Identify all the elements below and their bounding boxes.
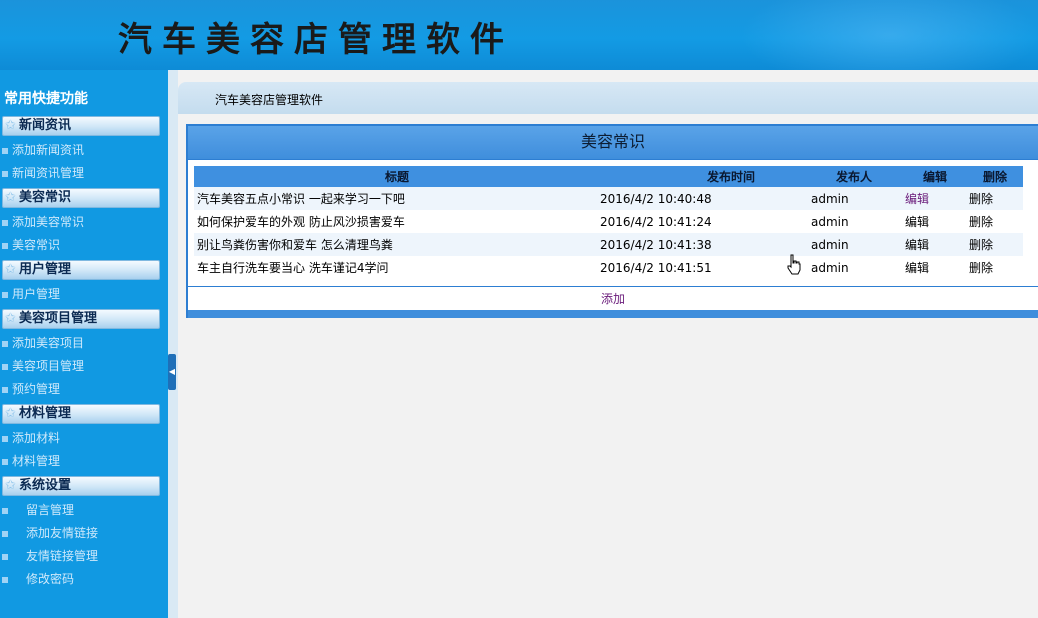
- tips-table: 标题 发布时间 发布人 编辑 删除 汽车美容五点小常识 一起来学习一下吧 201…: [194, 166, 1023, 279]
- sidebar-item-change-password[interactable]: 修改密码: [0, 568, 168, 591]
- main-content: 汽车美容店管理软件 美容常识 标题 发布时间 发布人 编辑 删除 汽车美容五点小…: [178, 82, 1038, 618]
- row-author: admin: [805, 210, 903, 233]
- sidebar-group-header[interactable]: ✩ 系统设置: [2, 476, 160, 496]
- edit-link[interactable]: 编辑: [903, 210, 967, 233]
- delete-link[interactable]: 删除: [967, 210, 1023, 233]
- row-author: admin: [805, 187, 903, 210]
- sidebar-item-link-manage[interactable]: 友情链接管理: [0, 545, 168, 568]
- row-author: admin: [805, 256, 903, 279]
- app-header: 汽车美容店管理软件: [0, 0, 1038, 70]
- column-header-time: 发布时间: [600, 166, 805, 187]
- chevron-left-icon: ◀: [168, 367, 176, 376]
- sidebar-group-header[interactable]: ✩ 新闻资讯: [2, 116, 160, 136]
- edit-link[interactable]: 编辑: [903, 256, 967, 279]
- table-row: 汽车美容五点小常识 一起来学习一下吧 2016/4/2 10:40:48 adm…: [194, 187, 1023, 210]
- delete-link[interactable]: 删除: [967, 256, 1023, 279]
- star-icon: ✩: [5, 118, 16, 133]
- sidebar-group-header[interactable]: ✩ 用户管理: [2, 260, 160, 280]
- sidebar-item-tips[interactable]: 美容常识: [0, 234, 168, 257]
- panel-title: 美容常识: [188, 126, 1038, 160]
- row-title: 别让鸟粪伤害你和爱车 怎么清理鸟粪: [194, 233, 600, 256]
- bullet-icon: [2, 171, 8, 177]
- sidebar-item-news-manage[interactable]: 新闻资讯管理: [0, 162, 168, 185]
- beauty-tips-panel: 美容常识 标题 发布时间 发布人 编辑 删除 汽车美容五点小常识 一起来学习一下…: [186, 124, 1038, 318]
- delete-link[interactable]: 删除: [967, 187, 1023, 210]
- hand-cursor-icon: [787, 254, 801, 275]
- bullet-icon: [2, 292, 8, 298]
- star-icon: ✩: [5, 190, 16, 205]
- bullet-icon: [2, 243, 8, 249]
- header-glow: [740, 0, 1038, 70]
- table-row: 车主自行洗车要当心 洗车谨记4学问 2016/4/2 10:41:51 admi…: [194, 256, 1023, 279]
- collapse-sidebar-button[interactable]: ◀: [168, 354, 176, 390]
- star-icon: ✩: [5, 262, 16, 277]
- table-row: 别让鸟粪伤害你和爱车 怎么清理鸟粪 2016/4/2 10:41:38 admi…: [194, 233, 1023, 256]
- bullet-icon: [2, 459, 8, 465]
- sidebar-group-header[interactable]: ✩ 材料管理: [2, 404, 160, 424]
- row-time: 2016/4/2 10:41:38: [600, 233, 805, 256]
- sidebar-item-add-project[interactable]: 添加美容项目: [0, 332, 168, 355]
- row-time: 2016/4/2 10:40:48: [600, 187, 805, 210]
- sidebar: 常用快捷功能 ✩ 新闻资讯 添加新闻资讯 新闻资讯管理 ✩ 美容常识 添加美容常识 …: [0, 70, 168, 618]
- bullet-icon: [2, 387, 8, 393]
- column-header-title: 标题: [194, 166, 600, 187]
- bullet-icon: [2, 436, 8, 442]
- sidebar-group-settings: ✩ 系统设置 留言管理 添加友情链接 友情链接管理 修改密码: [0, 476, 168, 591]
- bullet-icon: [2, 554, 8, 560]
- table-row: 如何保护爱车的外观 防止风沙损害爱车 2016/4/2 10:41:24 adm…: [194, 210, 1023, 233]
- delete-link[interactable]: 删除: [967, 233, 1023, 256]
- star-icon: ✩: [5, 311, 16, 326]
- bullet-icon: [2, 148, 8, 154]
- breadcrumb: 汽车美容店管理软件: [215, 93, 324, 107]
- breadcrumb-bar: 汽车美容店管理软件: [178, 82, 1038, 114]
- sidebar-item-add-material[interactable]: 添加材料: [0, 427, 168, 450]
- row-author: admin: [805, 233, 903, 256]
- edit-link[interactable]: 编辑: [903, 187, 967, 210]
- bullet-icon: [2, 341, 8, 347]
- sidebar-item-messages[interactable]: 留言管理: [0, 499, 168, 522]
- edit-link[interactable]: 编辑: [903, 233, 967, 256]
- column-header-delete: 删除: [967, 166, 1023, 187]
- sidebar-item-project-manage[interactable]: 美容项目管理: [0, 355, 168, 378]
- bullet-icon: [2, 508, 8, 514]
- star-icon: ✩: [5, 406, 16, 421]
- bullet-icon: [2, 220, 8, 226]
- sidebar-item-add-link[interactable]: 添加友情链接: [0, 522, 168, 545]
- column-header-author: 发布人: [805, 166, 903, 187]
- bullet-icon: [2, 364, 8, 370]
- sidebar-group-materials: ✩ 材料管理 添加材料 材料管理: [0, 404, 168, 473]
- sidebar-title: 常用快捷功能: [4, 91, 88, 107]
- sidebar-group-users: ✩ 用户管理 用户管理: [0, 260, 168, 306]
- row-title: 汽车美容五点小常识 一起来学习一下吧: [194, 187, 600, 210]
- sidebar-item-add-tips[interactable]: 添加美容常识: [0, 211, 168, 234]
- column-header-edit: 编辑: [903, 166, 967, 187]
- sidebar-group-header[interactable]: ✩ 美容常识: [2, 188, 160, 208]
- row-title: 车主自行洗车要当心 洗车谨记4学问: [194, 256, 600, 279]
- bullet-icon: [2, 531, 8, 537]
- sidebar-group-beauty-tips: ✩ 美容常识 添加美容常识 美容常识: [0, 188, 168, 257]
- row-time: 2016/4/2 10:41:51: [600, 256, 805, 279]
- table-header-row: 标题 发布时间 发布人 编辑 删除: [194, 166, 1023, 187]
- sidebar-group-projects: ✩ 美容项目管理 添加美容项目 美容项目管理 预约管理: [0, 309, 168, 401]
- sidebar-group-news: ✩ 新闻资讯 添加新闻资讯 新闻资讯管理: [0, 116, 168, 185]
- row-title: 如何保护爱车的外观 防止风沙损害爱车: [194, 210, 600, 233]
- sidebar-item-user-manage[interactable]: 用户管理: [0, 283, 168, 306]
- sidebar-item-add-news[interactable]: 添加新闻资讯: [0, 139, 168, 162]
- panel-separator: [188, 286, 1038, 287]
- panel-footer: [188, 310, 1038, 318]
- app-title: 汽车美容店管理软件: [118, 20, 514, 60]
- add-button[interactable]: 添加: [188, 290, 1038, 307]
- sidebar-divider: [168, 70, 178, 618]
- bullet-icon: [2, 577, 8, 583]
- star-icon: ✩: [5, 478, 16, 493]
- sidebar-item-booking-manage[interactable]: 预约管理: [0, 378, 168, 401]
- sidebar-item-material-manage[interactable]: 材料管理: [0, 450, 168, 473]
- row-time: 2016/4/2 10:41:24: [600, 210, 805, 233]
- sidebar-group-header[interactable]: ✩ 美容项目管理: [2, 309, 160, 329]
